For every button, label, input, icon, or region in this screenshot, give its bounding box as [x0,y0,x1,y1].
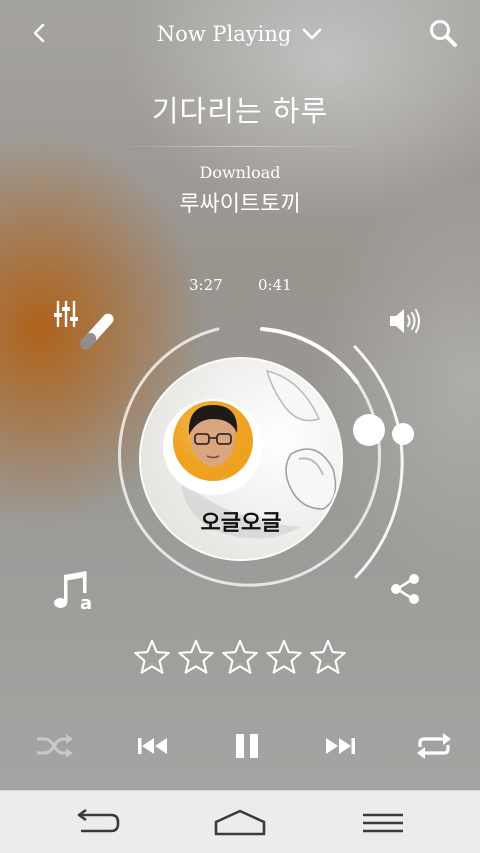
svg-text:a: a [80,593,92,611]
next-icon [326,738,355,754]
previous-button[interactable] [131,727,175,765]
album-art: 오글오글 [139,357,343,561]
next-button[interactable] [318,727,362,765]
star-5-icon[interactable] [309,638,347,676]
repeat-button[interactable] [412,727,456,765]
system-home-button[interactable] [210,803,270,843]
pause-icon [236,734,258,758]
menu-icon [363,813,403,833]
home-icon [214,809,266,836]
star-2-icon[interactable] [177,638,215,676]
star-4-icon[interactable] [265,638,303,676]
share-button[interactable] [386,570,424,608]
system-menu-button[interactable] [353,803,413,843]
progress-handle[interactable] [353,414,385,446]
pause-button[interactable] [225,727,269,765]
shuffle-icon [37,734,73,758]
repeat-icon [417,733,451,759]
back-arrow-icon [77,808,120,833]
shuffle-button[interactable] [32,727,76,765]
music-note-a-icon: a [54,571,92,611]
lyrics-button[interactable]: a [52,568,98,614]
rating-stars [133,638,347,678]
star-1-icon[interactable] [133,638,171,676]
album-art-caption: 오글오글 [200,511,282,536]
star-3-icon[interactable] [221,638,259,676]
volume-handle[interactable] [392,423,414,445]
share-icon [391,574,419,604]
previous-icon [138,738,167,754]
system-navigation-bar [0,790,480,853]
system-back-button[interactable] [67,803,127,843]
